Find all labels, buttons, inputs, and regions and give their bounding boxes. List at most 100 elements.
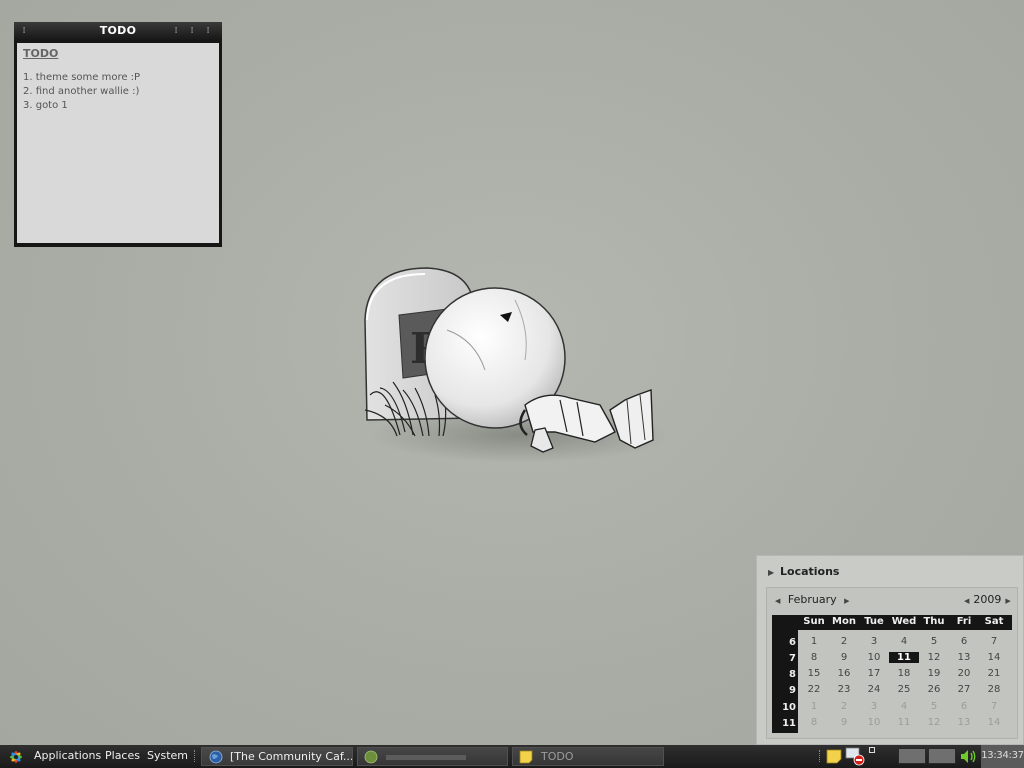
calendar-popup[interactable]: ▶ Locations ◀ February ▶ ◀ 2009 ▶ Sun Mon Tue…: [756, 555, 1024, 745]
bottom-panel: Applications Places System [The Communit…: [0, 745, 1024, 768]
calendar-day[interactable]: 2: [829, 636, 859, 647]
calendar-day[interactable]: 3: [859, 636, 889, 647]
calendar-day[interactable]: 8: [799, 652, 829, 663]
applications-menu[interactable]: Applications: [34, 745, 101, 768]
note-menu-icon[interactable]: ⁞: [188, 26, 196, 37]
calendar-day[interactable]: 1: [799, 636, 829, 647]
panel-separator: [819, 750, 821, 762]
calendar-day[interactable]: 9: [829, 652, 859, 663]
calendar-day[interactable]: 26: [919, 684, 949, 695]
calendar-day[interactable]: 1: [799, 701, 829, 712]
week-number: 8: [789, 669, 796, 680]
calendar-day[interactable]: 27: [949, 684, 979, 695]
calendar-day[interactable]: 3: [859, 701, 889, 712]
task-label: [The Community Caf...: [230, 750, 353, 763]
calendar-day[interactable]: 23: [829, 684, 859, 695]
clock[interactable]: 13:34:37: [981, 745, 1024, 768]
calendar-day[interactable]: 12: [919, 652, 949, 663]
year-navigator: ◀ 2009 ▶: [960, 593, 1015, 606]
calendar-day[interactable]: 7: [979, 636, 1009, 647]
calendar-day[interactable]: 14: [979, 652, 1009, 663]
note-heading: TODO: [23, 47, 59, 60]
locations-expander[interactable]: ▶ Locations: [768, 565, 839, 578]
day-header: Fri: [956, 616, 972, 627]
calendar-day[interactable]: 6: [949, 636, 979, 647]
calendar-day[interactable]: 6: [949, 701, 979, 712]
calendar-day[interactable]: 14: [979, 717, 1009, 728]
calendar-widget[interactable]: ◀ February ▶ ◀ 2009 ▶ Sun Mon Tue Wed Thu Fri Sa…: [766, 587, 1018, 739]
wallpaper-robot-illustration: RI: [364, 267, 665, 463]
week-number: 11: [782, 718, 796, 729]
calendar-day[interactable]: 9: [829, 717, 859, 728]
panel-separator: [194, 750, 196, 762]
calendar-day[interactable]: 13: [949, 652, 979, 663]
next-month-arrow-icon[interactable]: ▶: [840, 597, 853, 605]
volume-icon[interactable]: [960, 749, 978, 764]
week-number: 7: [789, 653, 796, 664]
day-header: Mon: [832, 616, 856, 627]
calendar-day[interactable]: 7: [979, 701, 1009, 712]
calendar-day[interactable]: 18: [889, 668, 919, 679]
taskbar-button-app[interactable]: [357, 747, 508, 766]
calendar-day[interactable]: 8: [799, 717, 829, 728]
calendar-day[interactable]: 11: [889, 717, 919, 728]
main-menu-logo-icon[interactable]: [8, 749, 24, 765]
workspace-2[interactable]: [928, 748, 956, 764]
taskbar-button-browser[interactable]: [The Community Caf...: [201, 747, 353, 766]
day-header: Sat: [984, 616, 1004, 627]
calendar-day[interactable]: 28: [979, 684, 1009, 695]
prev-month-arrow-icon[interactable]: ◀: [771, 597, 784, 605]
calendar-day[interactable]: 19: [919, 668, 949, 679]
calendar-day[interactable]: 10: [859, 652, 889, 663]
system-menu[interactable]: System: [147, 745, 188, 768]
month-navigator: ◀ February ▶: [771, 593, 854, 606]
green-circle-icon: [364, 750, 378, 764]
network-disconnected-icon[interactable]: [845, 746, 867, 766]
sticky-note-titlebar[interactable]: ⁞ TODO ⁞ ⁞ ⁞: [14, 22, 222, 41]
calendar-day[interactable]: 22: [799, 684, 829, 695]
calendar-day[interactable]: 10: [859, 717, 889, 728]
calendar-day-today[interactable]: 11: [889, 652, 919, 663]
places-menu[interactable]: Places: [105, 745, 140, 768]
sticky-note-body[interactable]: TODO 1. theme some more :P 2. find anoth…: [17, 43, 219, 243]
calendar-day[interactable]: 21: [979, 668, 1009, 679]
calendar-day[interactable]: 15: [799, 668, 829, 679]
week-number: 6: [789, 637, 796, 648]
calendar-day[interactable]: 20: [949, 668, 979, 679]
notification-indicator-icon[interactable]: [869, 747, 875, 753]
day-header: Wed: [891, 616, 917, 627]
next-year-arrow-icon[interactable]: ▶: [1001, 597, 1014, 605]
calendar-day[interactable]: 4: [889, 636, 919, 647]
calendar-day[interactable]: 24: [859, 684, 889, 695]
calendar-day[interactable]: 17: [859, 668, 889, 679]
week-number: 9: [789, 685, 796, 696]
note-lock-icon[interactable]: ⁞: [172, 26, 180, 37]
day-header: Thu: [923, 616, 945, 627]
day-header-row: Sun Mon Tue Wed Thu Fri Sat: [772, 615, 1012, 630]
month-label: February: [787, 593, 837, 606]
note-line: 3. goto 1: [23, 100, 68, 111]
task-label: TODO: [541, 750, 574, 763]
calendar-day[interactable]: 5: [919, 701, 949, 712]
tray-sticky-notes-icon[interactable]: [826, 748, 842, 764]
year-label: 2009: [973, 593, 1002, 606]
week-number: 10: [782, 702, 796, 713]
calendar-day[interactable]: 4: [889, 701, 919, 712]
calendar-day[interactable]: 25: [889, 684, 919, 695]
blurred-label-placeholder: [386, 755, 466, 760]
sticky-note-icon: [519, 750, 533, 764]
day-header: Tue: [864, 616, 884, 627]
note-close-icon[interactable]: ⁞: [204, 26, 212, 37]
workspace-1[interactable]: [898, 748, 926, 764]
calendar-day[interactable]: 13: [949, 717, 979, 728]
calendar-day[interactable]: 5: [919, 636, 949, 647]
taskbar-button-todo[interactable]: TODO: [512, 747, 664, 766]
calendar-day[interactable]: 2: [829, 701, 859, 712]
calendar-day[interactable]: 16: [829, 668, 859, 679]
expander-arrow-icon[interactable]: ▶: [768, 568, 780, 577]
calendar-day[interactable]: 12: [919, 717, 949, 728]
note-line: 1. theme some more :P: [23, 72, 141, 83]
day-header: Sun: [803, 616, 825, 627]
prev-year-arrow-icon[interactable]: ◀: [960, 597, 973, 605]
sticky-note-window[interactable]: ⁞ TODO ⁞ ⁞ ⁞ TODO 1. theme some more :P …: [14, 22, 222, 247]
